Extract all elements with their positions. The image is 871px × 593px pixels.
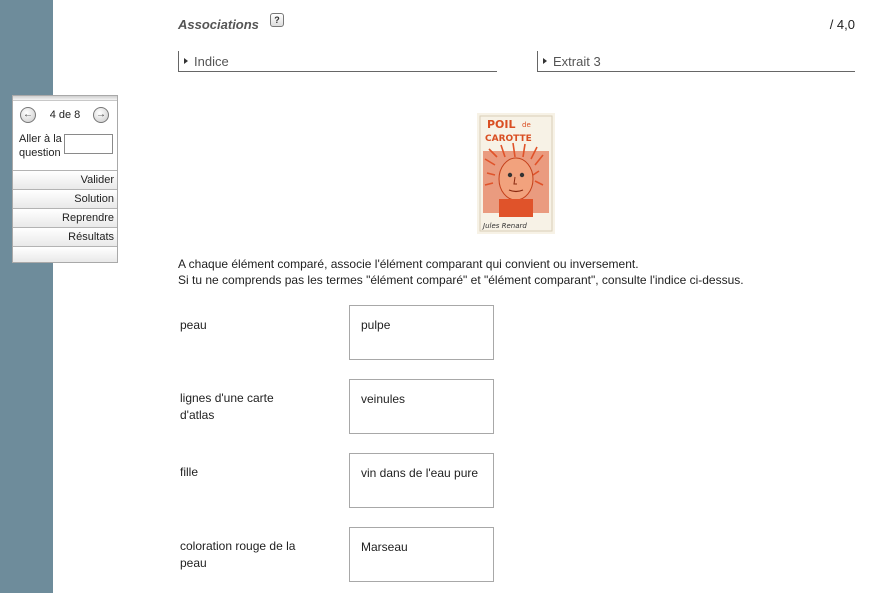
panel-top-bar <box>13 96 117 101</box>
pair-label-1: peau <box>180 318 207 332</box>
results-button[interactable]: Résultats <box>13 227 117 246</box>
cover-title-line2: CAROTTE <box>485 134 532 144</box>
instruction-line: Si tu ne comprends pas les termes "éléme… <box>178 273 744 287</box>
goto-question-label: Aller à la question <box>19 133 62 159</box>
pair-label-4: coloration rouge de la peau <box>180 539 296 570</box>
next-question-button[interactable]: → <box>93 107 109 123</box>
question-icon[interactable]: ? <box>270 13 284 27</box>
exercise-title: Associations <box>178 17 259 32</box>
pair-label-2: lignes d'une carte d'atlas <box>180 391 274 422</box>
answer-box-1[interactable]: pulpe <box>349 305 494 360</box>
cover-author: Jules Renard <box>481 222 527 230</box>
extract-section-label: Extrait 3 <box>553 54 601 69</box>
answer-box-2[interactable]: veinules <box>349 379 494 434</box>
expand-triangle-icon <box>184 58 188 64</box>
hint-section-label: Indice <box>194 54 229 69</box>
validate-button[interactable]: Valider <box>13 170 117 189</box>
restart-button[interactable]: Reprendre <box>13 208 117 227</box>
expand-triangle-icon <box>543 58 547 64</box>
svg-text:de: de <box>522 121 531 129</box>
arrow-right-icon: → <box>96 109 106 120</box>
left-sidebar-stripe <box>0 0 53 593</box>
instructions: A chaque élément comparé, associe l'élém… <box>178 256 744 288</box>
answer-box-4[interactable]: Marseau <box>349 527 494 582</box>
arrow-left-icon: ← <box>23 109 33 120</box>
answer-box-3[interactable]: vin dans de l'eau pure <box>349 453 494 508</box>
solution-button[interactable]: Solution <box>13 189 117 208</box>
question-navigation-panel: ← 4 de 8 → Aller à la question Valider S… <box>12 95 118 263</box>
cover-title-line1: POIL <box>487 118 516 131</box>
extract-section-toggle[interactable]: Extrait 3 <box>537 51 855 72</box>
panel-footer <box>13 246 117 262</box>
page-count: 4 de 8 <box>49 109 81 121</box>
hint-section-toggle[interactable]: Indice <box>178 51 497 72</box>
pair-label-3: fille <box>180 465 199 479</box>
instruction-line: A chaque élément comparé, associe l'élém… <box>178 257 639 271</box>
goto-question-input[interactable] <box>64 134 113 154</box>
previous-question-button[interactable]: ← <box>20 107 36 123</box>
book-cover-image: POIL de CAROTTE Jules Renard <box>477 113 555 234</box>
pager-row: ← 4 de 8 → <box>13 105 119 127</box>
score-display: / 4,0 <box>829 17 855 32</box>
